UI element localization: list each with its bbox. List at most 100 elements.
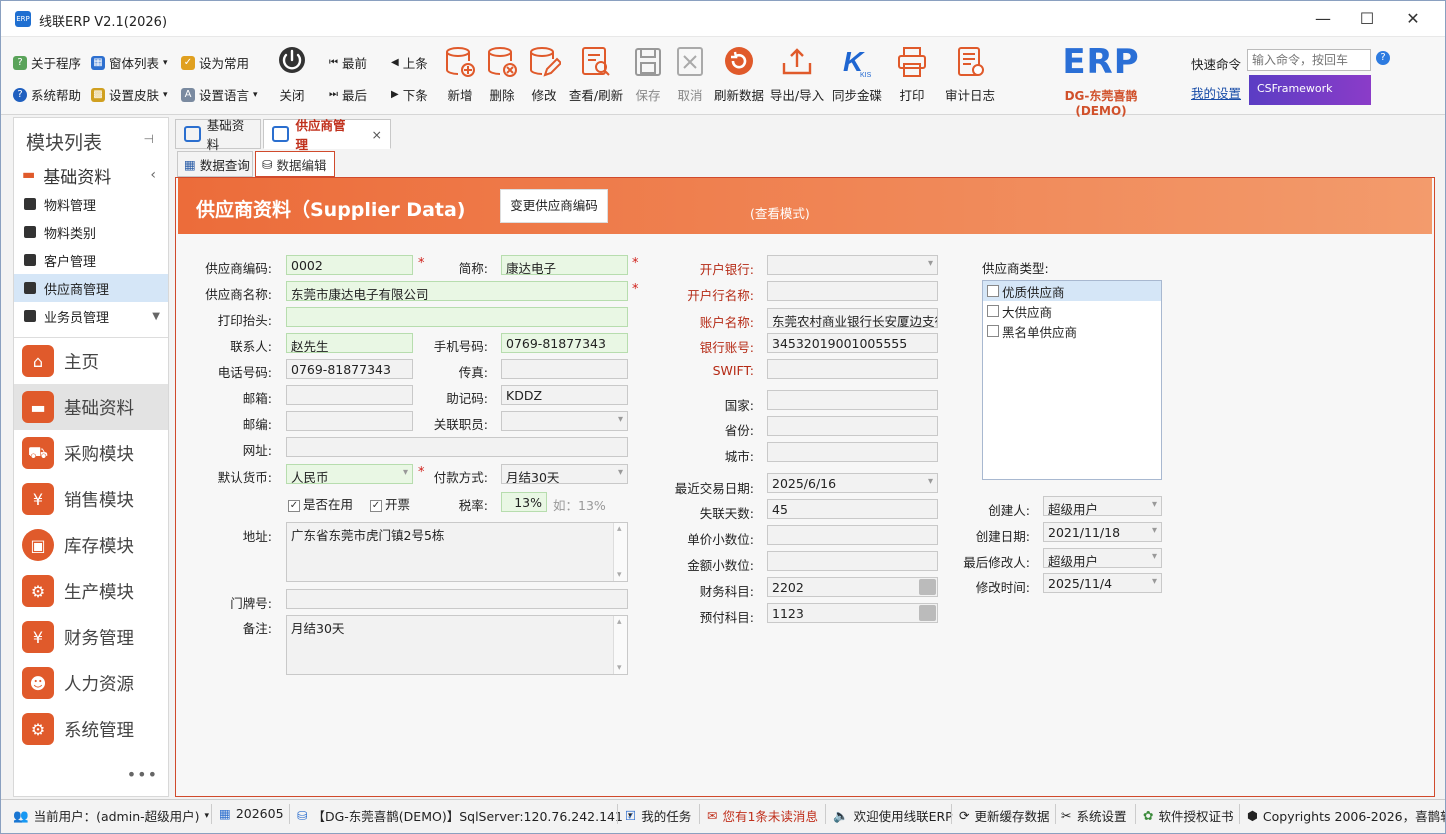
sidebar-group-basic[interactable]: ▬ 基础资料 ‹	[14, 160, 168, 190]
fax-field[interactable]	[501, 359, 628, 379]
mnemonic-field[interactable]: KDDZ	[501, 385, 628, 405]
set-favorite-button[interactable]: ✓ 设为常用	[181, 53, 249, 72]
supplier-code-field[interactable]: 0002	[286, 255, 413, 275]
scrollbar[interactable]	[613, 616, 627, 674]
account-name-field[interactable]: 东莞农村商业银行长安厦边支行	[767, 308, 938, 328]
currency-dropdown[interactable]: 人民币	[286, 464, 413, 484]
next-record-button[interactable]: ▶ 下条	[391, 85, 428, 104]
print-header-field[interactable]	[286, 307, 628, 327]
province-field[interactable]	[767, 416, 938, 436]
module-production[interactable]: ⚙ 生产模块	[14, 568, 168, 614]
module-system[interactable]: ⚙ 系统管理	[14, 706, 168, 752]
edit-button[interactable]: 修改	[517, 45, 571, 104]
tab-basic-data[interactable]: 基础资料	[175, 118, 261, 152]
close-module-button[interactable]: 关闭	[265, 45, 319, 104]
audit-log-button[interactable]: 审计日志	[943, 45, 997, 104]
creator-field[interactable]: 超级用户	[1043, 496, 1162, 516]
more-icon[interactable]: •••	[127, 765, 158, 784]
export-import-button[interactable]: 导出/导入	[767, 45, 827, 104]
modify-time-field[interactable]: 2025/11/4	[1043, 573, 1162, 593]
sidebar-item-material-category[interactable]: 物料类别	[14, 218, 168, 246]
amount-decimal-field[interactable]	[767, 551, 938, 571]
prepay-subject-field[interactable]: 1123	[767, 603, 938, 623]
active-checkbox[interactable]: ✓ 是否在用	[288, 494, 353, 513]
lost-days-field[interactable]: 45	[767, 499, 938, 519]
status-messages[interactable]: ✉ 您有1条未读消息	[707, 806, 818, 825]
sidebar-item-customer[interactable]: 客户管理	[14, 246, 168, 274]
module-sales[interactable]: ¥ 销售模块	[14, 476, 168, 522]
price-decimal-field[interactable]	[767, 525, 938, 545]
print-button[interactable]: 打印	[885, 45, 939, 104]
status-refresh-cache[interactable]: ⟳ 更新缓存数据	[959, 806, 1050, 825]
zip-field[interactable]	[286, 411, 413, 431]
scrollbar[interactable]	[613, 523, 627, 581]
tab-supplier-management[interactable]: 供应商管理 ×	[263, 118, 391, 152]
supplier-name-field[interactable]: 东莞市康达电子有限公司	[286, 281, 628, 301]
system-help-button[interactable]: ? 系统帮助	[13, 85, 81, 104]
my-settings-link[interactable]: 我的设置	[1191, 83, 1241, 102]
finance-subject-field[interactable]: 2202	[767, 577, 938, 597]
module-basic[interactable]: ▬ 基础资料	[14, 384, 168, 430]
account-no-field[interactable]: 34532019001005555	[767, 333, 938, 353]
email-field[interactable]	[286, 385, 413, 405]
contact-field[interactable]: 赵先生	[286, 333, 413, 353]
doorplate-field[interactable]	[286, 589, 628, 609]
supplier-type-item[interactable]: 黑名单供应商	[983, 321, 1161, 341]
tab-data-edit[interactable]: ⛁ 数据编辑	[255, 151, 335, 177]
sidebar-item-salesman[interactable]: 业务员管理 ▼	[14, 302, 168, 330]
quick-command-input[interactable]	[1247, 49, 1371, 71]
set-skin-button[interactable]: ▩ 设置皮肤 ▾	[91, 85, 168, 104]
minimize-button[interactable]: —	[1303, 7, 1343, 31]
status-my-tasks[interactable]: ☑ 我的任务	[625, 806, 691, 825]
module-finance[interactable]: ¥ 财务管理	[14, 614, 168, 660]
help-icon[interactable]: ?	[1376, 51, 1390, 65]
invoice-checkbox[interactable]: ✓ 开票	[370, 494, 410, 513]
module-home[interactable]: ⌂ 主页	[14, 338, 168, 384]
cancel-button[interactable]: 取消	[663, 45, 717, 104]
last-record-button[interactable]: ⏭ 最后	[329, 85, 367, 104]
swift-field[interactable]	[767, 359, 938, 379]
lookup-icon[interactable]	[919, 579, 936, 595]
view-refresh-button[interactable]: 查看/刷新	[567, 45, 625, 104]
maximize-button[interactable]: ☐	[1347, 7, 1387, 31]
about-button[interactable]: ? 关于程序	[13, 53, 81, 72]
modifier-field[interactable]: 超级用户	[1043, 548, 1162, 568]
mobile-field[interactable]: 0769-81877343	[501, 333, 628, 353]
close-button[interactable]: ✕	[1393, 7, 1433, 31]
set-language-button[interactable]: A 设置语言 ▾	[181, 85, 258, 104]
supplier-type-item[interactable]: 优质供应商	[983, 281, 1161, 301]
status-database[interactable]: ⛁ 【DG-东莞喜鹊(DEMO)】SqlServer:120.76.242.141…	[297, 806, 632, 825]
scroll-down-icon[interactable]: ▼	[152, 311, 160, 322]
payment-dropdown[interactable]: 月结30天	[501, 464, 628, 484]
tab-data-query[interactable]: ▦ 数据查询	[177, 151, 253, 177]
change-code-button[interactable]: 变更供应商编码	[500, 189, 608, 223]
lookup-icon[interactable]	[919, 605, 936, 621]
status-license[interactable]: ✿ 软件授权证书	[1143, 806, 1234, 825]
sidebar-item-material[interactable]: 物料管理	[14, 190, 168, 218]
remark-textarea[interactable]: 月结30天	[286, 615, 628, 675]
city-field[interactable]	[767, 442, 938, 462]
status-current-user[interactable]: 👥 当前用户：(admin-超级用户) ▾	[13, 806, 209, 825]
bank-branch-field[interactable]	[767, 281, 938, 301]
supplier-type-item[interactable]: 大供应商	[983, 301, 1161, 321]
address-textarea[interactable]: 广东省东莞市虎门镇2号5栋	[286, 522, 628, 582]
window-list-button[interactable]: ▦ 窗体列表 ▾	[91, 53, 168, 72]
tax-rate-field[interactable]: 13%	[501, 492, 547, 512]
bank-dropdown[interactable]	[767, 255, 938, 275]
sidebar-item-supplier[interactable]: 供应商管理	[14, 274, 168, 302]
create-date-field[interactable]: 2021/11/18	[1043, 522, 1162, 542]
country-field[interactable]	[767, 390, 938, 410]
status-system-settings[interactable]: ✂ 系统设置	[1061, 806, 1127, 825]
module-hr[interactable]: ☻ 人力资源	[14, 660, 168, 706]
prev-record-button[interactable]: ◀ 上条	[391, 53, 428, 72]
pin-icon[interactable]: ⊣	[144, 132, 154, 146]
phone-field[interactable]: 0769-81877343	[286, 359, 413, 379]
staff-dropdown[interactable]	[501, 411, 628, 431]
first-record-button[interactable]: ⏮ 最前	[329, 53, 367, 72]
close-tab-icon[interactable]: ×	[372, 127, 382, 142]
status-period[interactable]: ▦ 202605	[219, 806, 284, 821]
module-purchase[interactable]: ⛟ 采购模块	[14, 430, 168, 476]
website-field[interactable]	[286, 437, 628, 457]
sync-kis-button[interactable]: K KIS 同步金碟	[829, 45, 885, 104]
abbr-field[interactable]: 康达电子	[501, 255, 628, 275]
